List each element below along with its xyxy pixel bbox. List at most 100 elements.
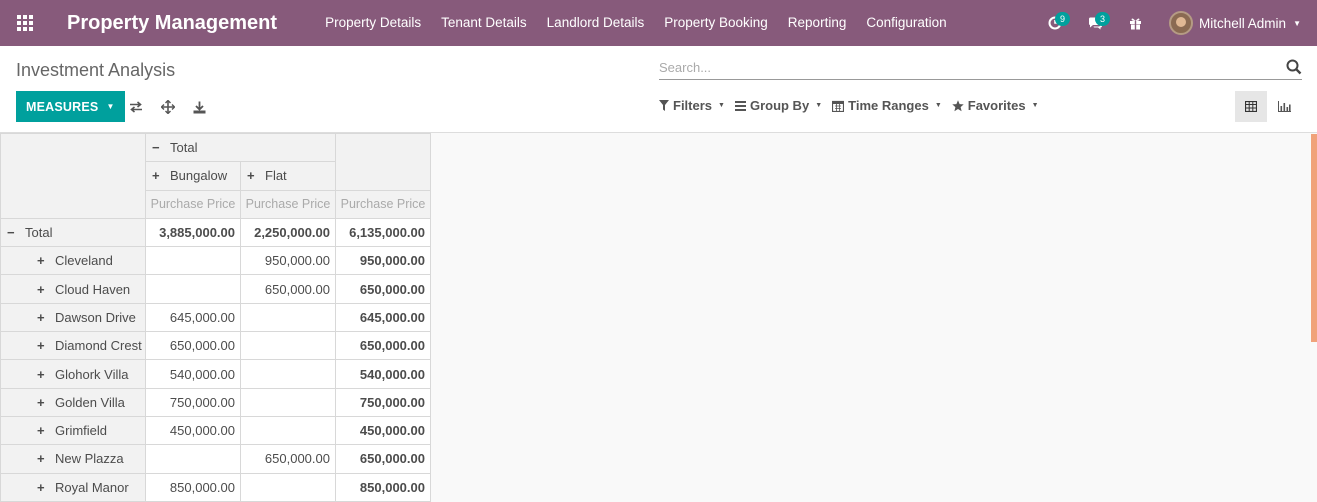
row-header-label: Cleveland <box>55 253 113 269</box>
row-header[interactable]: + Diamond Crest <box>0 331 146 361</box>
menu-landlord-details[interactable]: Landlord Details <box>537 0 655 46</box>
time-ranges-dropdown[interactable]: Time Ranges ▼ <box>832 98 942 113</box>
menu-reporting[interactable]: Reporting <box>778 0 857 46</box>
cell-value[interactable]: 950,000.00 <box>240 246 336 276</box>
calendar-icon <box>832 100 845 112</box>
measure-header[interactable]: Purchase Price <box>145 189 241 219</box>
cell-total[interactable]: 650,000.00 <box>335 331 431 361</box>
cell-value[interactable] <box>145 246 241 276</box>
filters-dropdown[interactable]: Filters ▼ <box>659 98 725 113</box>
cell-value[interactable] <box>240 331 336 361</box>
plus-icon: + <box>37 451 45 467</box>
cell-total[interactable]: 540,000.00 <box>335 359 431 389</box>
measure-header[interactable]: Purchase Price <box>240 189 336 219</box>
row-header[interactable]: + Golden Villa <box>0 387 146 417</box>
row-header[interactable]: + Royal Manor <box>0 472 146 502</box>
cell-value[interactable]: 3,885,000.00 <box>145 217 241 248</box>
table-row: + Dawson Drive 645,000.00 645,000.00 <box>0 302 431 333</box>
plus-icon: + <box>37 309 45 325</box>
caret-down-icon: ▼ <box>934 102 942 109</box>
cell-value[interactable] <box>240 302 336 333</box>
user-menu[interactable]: Mitchell Admin ▼ <box>1169 11 1301 35</box>
graph-view-button[interactable] <box>1268 91 1300 122</box>
cell-value[interactable]: 450,000.00 <box>145 415 241 446</box>
menu-property-booking[interactable]: Property Booking <box>654 0 778 46</box>
cell-value[interactable]: 650,000.00 <box>240 274 336 304</box>
col-header-bungalow[interactable]: + Bungalow <box>145 161 241 191</box>
group-by-dropdown[interactable]: Group By ▼ <box>734 98 823 113</box>
scrollbar[interactable] <box>1311 134 1317 342</box>
gift-button[interactable] <box>1115 0 1155 46</box>
cell-value[interactable]: 850,000.00 <box>145 472 241 502</box>
row-header-label: Royal Manor <box>55 479 129 495</box>
cell-value[interactable] <box>240 359 336 389</box>
search-options: Filters ▼ Group By ▼ Time Ranges ▼ Favor… <box>659 98 1049 113</box>
search-icon[interactable] <box>1286 59 1302 75</box>
search-input[interactable] <box>659 56 1259 78</box>
star-icon <box>952 99 964 111</box>
cell-value[interactable] <box>240 472 336 502</box>
measures-button[interactable]: MEASURES ▼ <box>16 91 125 122</box>
cell-value[interactable]: 650,000.00 <box>240 444 336 474</box>
cell-value[interactable]: 645,000.00 <box>145 302 241 333</box>
plus-icon: + <box>152 168 160 184</box>
activity-button[interactable]: 9 <box>1035 0 1075 46</box>
table-row: + Diamond Crest 650,000.00 650,000.00 <box>0 331 431 361</box>
cell-value[interactable]: 2,250,000.00 <box>240 217 336 248</box>
col-header-total[interactable]: − Total <box>145 132 336 163</box>
search-bar <box>659 56 1302 80</box>
plus-icon: + <box>247 168 255 184</box>
menu-tenant-details[interactable]: Tenant Details <box>431 0 537 46</box>
cell-total[interactable]: 650,000.00 <box>335 444 431 474</box>
plus-icon: + <box>37 281 45 297</box>
download-icon <box>193 101 205 113</box>
cell-total[interactable]: 750,000.00 <box>335 387 431 417</box>
measure-header[interactable]: Purchase Price <box>335 189 431 219</box>
row-header[interactable]: + Grimfield <box>0 415 146 446</box>
plus-icon: + <box>37 338 45 354</box>
cell-value[interactable] <box>145 274 241 304</box>
download-button[interactable] <box>190 98 208 116</box>
cell-value[interactable]: 650,000.00 <box>145 331 241 361</box>
cell-total[interactable]: 645,000.00 <box>335 302 431 333</box>
cell-value[interactable]: 750,000.00 <box>145 387 241 417</box>
row-header-total[interactable]: − Total <box>0 217 146 248</box>
pivot-corner <box>0 133 146 219</box>
menu-property-details[interactable]: Property Details <box>315 0 431 46</box>
time-ranges-label: Time Ranges <box>848 98 929 113</box>
row-header[interactable]: + New Plazza <box>0 444 146 474</box>
expand-all-button[interactable] <box>159 98 177 116</box>
col-header-flat[interactable]: + Flat <box>240 161 336 191</box>
cell-value[interactable] <box>240 387 336 417</box>
flip-axis-button[interactable] <box>127 98 145 116</box>
cell-total[interactable]: 850,000.00 <box>335 472 431 502</box>
group-by-label: Group By <box>749 98 810 113</box>
bar-chart-icon <box>1277 101 1291 112</box>
row-header-label: Golden Villa <box>55 394 125 410</box>
gift-icon <box>1129 18 1141 29</box>
cell-value[interactable]: 540,000.00 <box>145 359 241 389</box>
row-header[interactable]: + Glohork Villa <box>0 359 146 389</box>
cell-value[interactable] <box>145 444 241 474</box>
cell-total[interactable]: 950,000.00 <box>335 246 431 276</box>
plus-icon: + <box>37 423 45 439</box>
cell-total[interactable]: 450,000.00 <box>335 415 431 446</box>
control-panel: Investment Analysis MEASURES ▼ Filters ▼… <box>0 46 1317 133</box>
row-header[interactable]: + Cleveland <box>0 246 146 276</box>
app-brand[interactable]: Property Management <box>67 12 277 35</box>
main-menu: Property Details Tenant Details Landlord… <box>315 0 957 46</box>
cell-total[interactable]: 650,000.00 <box>335 274 431 304</box>
row-header-label: Cloud Haven <box>55 281 131 297</box>
apps-menu-icon[interactable] <box>0 0 50 46</box>
pivot-view-button[interactable] <box>1235 91 1267 122</box>
caret-down-icon: ▼ <box>815 102 823 109</box>
cell-total[interactable]: 6,135,000.00 <box>335 217 431 248</box>
menu-configuration[interactable]: Configuration <box>856 0 956 46</box>
arrows-icon <box>161 100 175 114</box>
cell-value[interactable] <box>240 415 336 446</box>
row-header[interactable]: + Cloud Haven <box>0 274 146 304</box>
messages-button[interactable]: 3 <box>1075 0 1115 46</box>
avatar <box>1169 11 1194 35</box>
favorites-dropdown[interactable]: Favorites ▼ <box>952 98 1039 113</box>
row-header[interactable]: + Dawson Drive <box>0 302 146 333</box>
